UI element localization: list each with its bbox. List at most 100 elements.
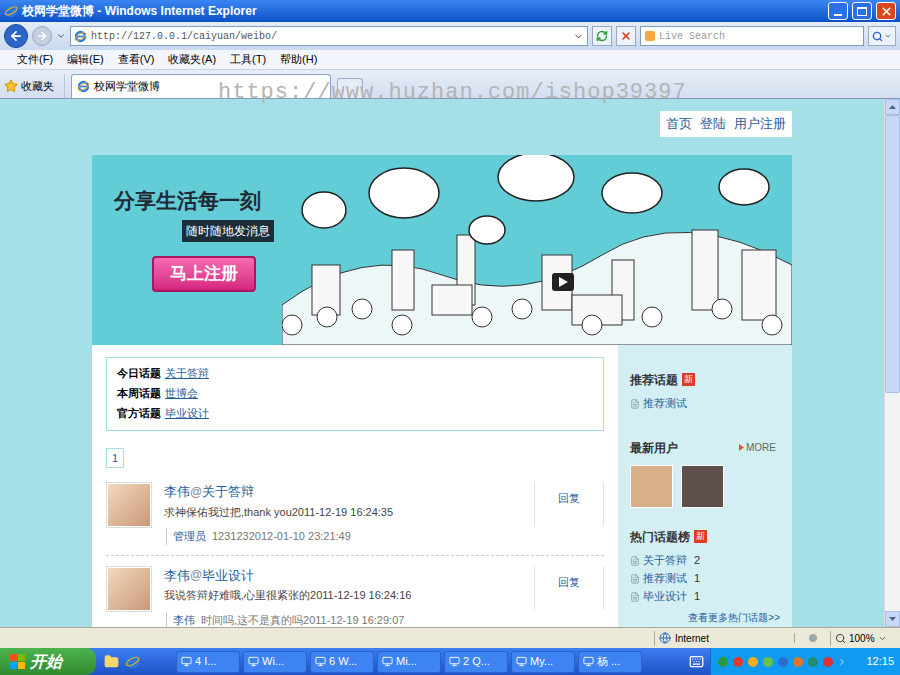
favorites-button[interactable]: 收藏夹 — [4, 74, 65, 98]
topic-label: 官方话题 — [117, 405, 161, 422]
history-dropdown-icon[interactable] — [56, 31, 66, 41]
search-button[interactable] — [868, 26, 896, 46]
post-user[interactable]: 李伟 — [164, 566, 190, 586]
new-tab-button[interactable] — [337, 78, 363, 98]
forward-button[interactable] — [32, 26, 52, 46]
stop-icon — [620, 30, 632, 42]
post-user[interactable]: 李伟 — [164, 482, 190, 502]
address-field[interactable]: http://127.0.0.1/caiyuan/weibo/ — [70, 26, 588, 46]
ie-logo-icon — [125, 654, 140, 669]
scrollbar[interactable] — [884, 99, 900, 627]
stop-button[interactable] — [616, 26, 636, 46]
task-button[interactable]: 4 I... — [176, 651, 240, 673]
maximize-button[interactable] — [852, 2, 872, 20]
tray-icon[interactable] — [777, 656, 789, 668]
minimize-button[interactable] — [828, 2, 848, 20]
comment-user[interactable]: 李伟 — [173, 612, 195, 628]
top-nav-link[interactable]: 登陆 — [700, 114, 726, 134]
doc-icon — [630, 399, 640, 409]
search-field[interactable]: Live Search — [640, 26, 864, 46]
post-body: 李伟@毕业设计我说答辩好难哦,心里很紧张的2011-12-19 16:24:16… — [164, 566, 534, 628]
banner-headline: 分享生活每一刻 — [114, 185, 261, 217]
hot-topic-item[interactable]: 毕业设计1 — [630, 588, 780, 606]
new-badge: 新 — [682, 373, 695, 386]
task-app-icon — [449, 656, 460, 667]
menu-item[interactable]: 工具(T) — [223, 51, 273, 68]
doc-icon — [630, 556, 640, 566]
scroll-up-button[interactable] — [885, 99, 900, 115]
menu-item[interactable]: 帮助(H) — [273, 51, 324, 68]
reply-column: 回复 — [534, 566, 604, 610]
keyboard-icon[interactable] — [689, 654, 704, 669]
menu-item[interactable]: 编辑(E) — [60, 51, 111, 68]
register-now-button[interactable]: 马上注册 — [152, 256, 256, 292]
status-bar: Internet100% — [0, 627, 900, 648]
top-nav-link[interactable]: 首页 — [666, 114, 692, 134]
post: 李伟@关于答辩求神保佑我过把,thank you2011-12-19 16:24… — [106, 472, 604, 556]
tray-icon[interactable] — [807, 656, 819, 668]
menu-item[interactable]: 收藏夹(A) — [161, 51, 223, 68]
tray-icon[interactable] — [717, 656, 729, 668]
zoom-control[interactable]: 100% — [830, 631, 900, 646]
recommended-item[interactable]: 推荐测试 — [630, 395, 780, 413]
topic-link[interactable]: 世博会 — [165, 385, 198, 402]
task-button[interactable]: 6 W... — [310, 651, 374, 673]
comment-text: 时间吗,这不是真的吗2011-12-19 16:29:07 — [201, 612, 404, 628]
reply-link[interactable]: 回复 — [558, 574, 580, 610]
address-row: http://127.0.0.1/caiyuan/weibo/Live Sear… — [0, 22, 900, 50]
scroll-thumb[interactable] — [885, 115, 900, 393]
new-users-list — [630, 465, 780, 508]
menu-item[interactable]: 文件(F) — [10, 51, 60, 68]
task-app-icon — [382, 656, 393, 667]
task-button[interactable]: Mi... — [377, 651, 441, 673]
user-avatar[interactable] — [630, 465, 673, 508]
banner-subline: 随时随地发消息 — [182, 220, 274, 242]
refresh-button[interactable] — [592, 26, 612, 46]
tray-icon[interactable] — [792, 656, 804, 668]
browser-tab[interactable]: 校网学堂微博 — [71, 74, 331, 98]
menu-item[interactable]: 查看(V) — [111, 51, 162, 68]
search-placeholder: Live Search — [659, 29, 725, 44]
recommended-list: 推荐测试 — [630, 395, 780, 413]
post-avatar[interactable] — [106, 566, 152, 612]
post-avatar[interactable] — [106, 482, 152, 528]
post-topic[interactable]: 毕业设计 — [202, 566, 254, 586]
tray-icon[interactable] — [747, 656, 759, 668]
tray-icon[interactable] — [732, 656, 744, 668]
scroll-down-button[interactable] — [885, 611, 900, 627]
task-app-icon — [315, 656, 326, 667]
up-arrow-icon — [889, 105, 896, 109]
back-button[interactable] — [4, 24, 28, 48]
title-bar: 校网学堂微博 - Windows Internet Explorer — [0, 0, 900, 22]
tray-icon[interactable] — [822, 656, 834, 668]
hot-topic-item[interactable]: 关于答辩2 — [630, 552, 780, 570]
new-users-header: 最新用户MORE — [630, 439, 780, 457]
address-dropdown-icon[interactable] — [573, 31, 584, 42]
feed-column: 今日话题关于答辩本周话题世博会官方话题毕业设计1李伟@关于答辩求神保佑我过把,t… — [92, 345, 618, 628]
folder-icon[interactable] — [104, 654, 119, 669]
post-content: 我说答辩好难哦,心里很紧张的2011-12-19 16:24:16 — [164, 587, 534, 604]
new-badge: 新 — [694, 530, 707, 543]
task-button[interactable]: Wi... — [243, 651, 307, 673]
page-number[interactable]: 1 — [106, 448, 124, 469]
task-button[interactable]: 2 Q... — [444, 651, 508, 673]
tray-icon[interactable] — [762, 656, 774, 668]
hot-topic-item[interactable]: 推荐测试1 — [630, 570, 780, 588]
tray-expand-icon[interactable] — [837, 657, 847, 667]
doc-icon — [630, 592, 640, 602]
more-link[interactable]: MORE — [739, 440, 780, 455]
user-avatar[interactable] — [681, 465, 724, 508]
more-hot-topics-link[interactable]: 查看更多热门话题>> — [630, 610, 780, 625]
task-button[interactable]: 杨 ... — [578, 651, 642, 673]
post-topic[interactable]: 关于答辩 — [202, 482, 254, 502]
reply-link[interactable]: 回复 — [558, 490, 580, 526]
recommended-title: 推荐话题新 — [630, 371, 780, 389]
topic-link[interactable]: 毕业设计 — [165, 405, 209, 422]
start-button[interactable]: 开始 — [0, 648, 96, 675]
top-nav-link[interactable]: 用户注册 — [734, 114, 786, 134]
task-button[interactable]: My... — [511, 651, 575, 673]
close-button[interactable] — [876, 2, 896, 20]
desktop: 校网学堂微博 - Windows Internet Explorerhttp:/… — [0, 0, 900, 675]
comment-user[interactable]: 管理员 — [173, 528, 206, 545]
topic-link[interactable]: 关于答辩 — [165, 365, 209, 382]
